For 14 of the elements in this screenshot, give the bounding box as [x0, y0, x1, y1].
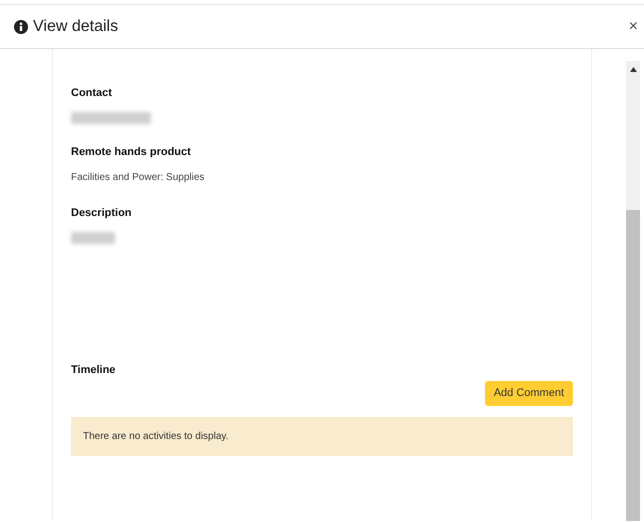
- add-comment-button[interactable]: Add Comment: [484, 381, 573, 406]
- info-icon: [14, 20, 28, 34]
- dialog-title: View details: [33, 16, 118, 36]
- scrollbar[interactable]: [626, 61, 640, 521]
- field-label: Remote hands product: [71, 144, 191, 160]
- blurred-value: [71, 232, 115, 244]
- close-button[interactable]: ×: [626, 18, 640, 34]
- section-label: Timeline: [71, 362, 116, 378]
- field-value: Facilities and Power: Supplies: [71, 171, 204, 185]
- field-label: Contact: [71, 86, 112, 101]
- field-label: Description: [71, 206, 132, 221]
- empty-message: There are no activities to display.: [83, 430, 228, 444]
- scroll-up-icon[interactable]: [630, 67, 636, 72]
- scroll-thumb[interactable]: [626, 210, 640, 521]
